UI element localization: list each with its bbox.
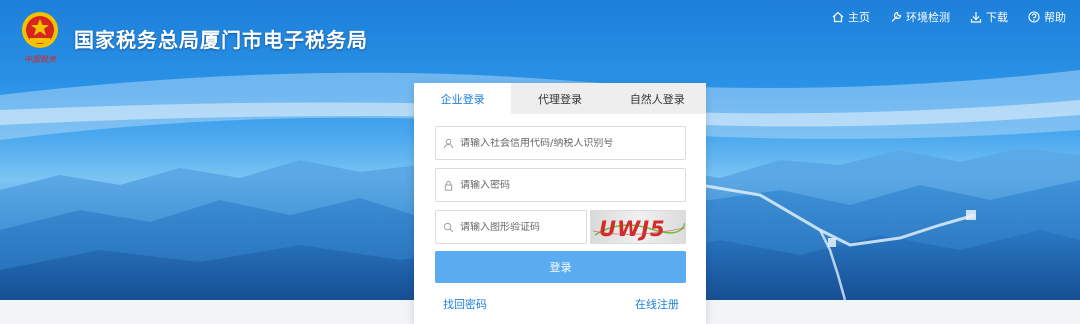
user-icon (443, 138, 454, 148)
login-panel: 企业登录 代理登录 自然人登录 UWJ5 登录 找回密码 在线注册 (414, 83, 706, 324)
tab-enterprise-login[interactable]: 企业登录 (414, 83, 512, 114)
forgot-password-link[interactable]: 找回密码 (443, 296, 487, 312)
tab-individual-login[interactable]: 自然人登录 (609, 83, 706, 114)
nav-download[interactable]: 下载 (970, 9, 1008, 25)
nav-download-label: 下载 (986, 11, 1008, 24)
login-button[interactable]: 登录 (435, 251, 686, 283)
download-icon (970, 12, 982, 23)
nav-help-label: 帮助 (1044, 11, 1066, 24)
login-links: 找回密码 在线注册 (443, 296, 679, 312)
nav-env-check-label: 环境检测 (906, 11, 950, 24)
tab-agent-login[interactable]: 代理登录 (511, 83, 608, 114)
password-field[interactable] (435, 168, 686, 202)
captcha-input[interactable] (460, 221, 586, 233)
site-title: 国家税务总局厦门市电子税务局 (74, 28, 368, 52)
wrench-icon (891, 11, 902, 22)
nav-help[interactable]: 帮助 (1028, 9, 1066, 25)
search-icon (443, 222, 454, 232)
nav-home[interactable]: 主页 (832, 9, 870, 25)
captcha-image[interactable]: UWJ5 (590, 210, 686, 244)
help-icon (1028, 11, 1040, 23)
register-link[interactable]: 在线注册 (635, 296, 679, 312)
captcha-field[interactable] (435, 210, 587, 244)
login-tabs: 企业登录 代理登录 自然人登录 (414, 83, 706, 114)
national-tax-emblem-icon: 中国税务 (22, 12, 58, 64)
password-input[interactable] (460, 179, 685, 191)
taxpayer-id-field[interactable] (435, 126, 686, 160)
svg-text:中国税务: 中国税务 (24, 55, 57, 64)
nav-home-label: 主页 (848, 11, 870, 24)
home-icon (832, 11, 844, 23)
top-navigation: 主页 环境检测 下载 帮助 (832, 9, 1066, 25)
nav-env-check[interactable]: 环境检测 (890, 9, 950, 25)
captcha-text: UWJ5 (599, 217, 666, 241)
taxpayer-id-input[interactable] (460, 137, 685, 149)
lock-icon (444, 180, 453, 191)
